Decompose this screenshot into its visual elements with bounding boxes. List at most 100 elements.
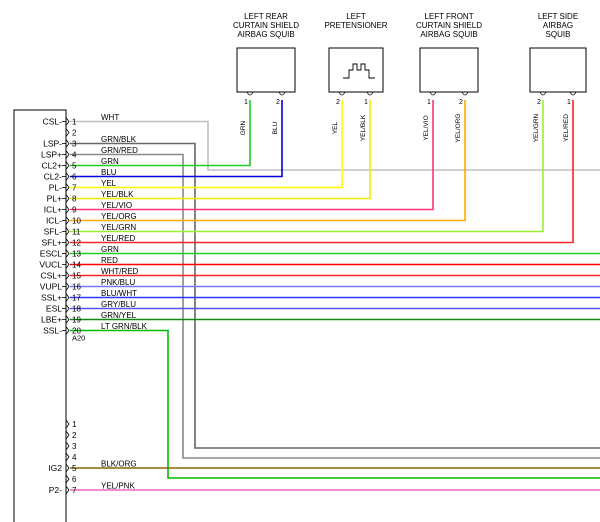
component-title-line: AIRBAG <box>543 21 573 30</box>
wire-color-label: YEL <box>101 179 117 188</box>
component-1 <box>236 47 296 96</box>
component-pin-number: 2 <box>336 99 340 106</box>
signal-label: VUCL <box>39 260 62 270</box>
pin-number: 1 <box>72 118 77 127</box>
component-pin-number: 1 <box>567 99 571 106</box>
component-4 <box>529 47 587 96</box>
connector-label: A20 <box>72 334 85 343</box>
component-wire-label: YEL/BLK <box>360 114 367 141</box>
wire-color-label: BLU <box>101 168 117 177</box>
component-title-line: AIRBAG SQUIB <box>420 30 477 39</box>
signal-label: ESCL <box>40 249 62 259</box>
wire-color-label: YEL/RED <box>101 234 135 243</box>
signal-label: CSL+ <box>41 271 63 281</box>
wire-color-label: WHT <box>101 113 119 122</box>
signal-label: SSL- <box>43 326 62 336</box>
component-layer <box>236 47 587 96</box>
pin-number: 9 <box>72 206 77 215</box>
pin-number: 14 <box>72 261 81 270</box>
component-title-line: CURTAIN SHIELD <box>416 21 482 30</box>
pin-number: 6 <box>72 475 77 484</box>
wire-color-label: YEL/GRN <box>101 223 136 232</box>
pin-number: 4 <box>72 151 77 160</box>
signal-label: SFL+ <box>41 238 62 248</box>
component-pin-number: 2 <box>537 99 541 106</box>
component-pin-number: 2 <box>459 99 463 106</box>
wire-color-label: BLK/ORG <box>101 460 137 469</box>
pin-number: 3 <box>72 140 77 149</box>
component-pin-number: 1 <box>364 99 368 106</box>
signal-label: ICL+ <box>44 205 62 215</box>
signal-label: CL2+ <box>41 161 62 171</box>
wire-color-label: YEL/PNK <box>101 482 135 491</box>
pin-number: 11 <box>72 228 81 237</box>
component-pin-number: 1 <box>427 99 431 106</box>
component-wire-label: GRN <box>240 120 247 135</box>
component-box <box>529 47 587 93</box>
signal-label: CL2- <box>44 172 63 182</box>
signal-label: ICL- <box>46 216 62 226</box>
pin-number: 8 <box>72 195 77 204</box>
pin-number: 17 <box>72 294 81 303</box>
pin-number: 4 <box>72 453 77 462</box>
wire-color-label: GRN/RED <box>101 146 138 155</box>
signal-label: SFL- <box>44 227 63 237</box>
component-title-line: SQUIB <box>546 30 571 39</box>
pin-number: 13 <box>72 250 81 259</box>
component-title-line: LEFT SIDE <box>538 12 578 21</box>
pin-number: 10 <box>72 217 81 226</box>
signal-label: LSP- <box>43 139 62 149</box>
wire-color-label: PNK/BLU <box>101 278 135 287</box>
pin-number: 1 <box>72 420 77 429</box>
component-title-line: LEFT FRONT <box>424 12 473 21</box>
signal-label: IG2 <box>48 463 62 473</box>
pin-number: 3 <box>72 442 77 451</box>
signal-label: LSP+ <box>41 150 62 160</box>
wire-color-label: LT GRN/BLK <box>101 322 148 331</box>
component-wire-label: YEL/GRN <box>533 113 540 142</box>
component-title-line: CURTAIN SHIELD <box>233 21 299 30</box>
signal-label: SSL+ <box>41 293 62 303</box>
pin-number: 18 <box>72 305 81 314</box>
component-title-line: LEFT REAR <box>244 12 288 21</box>
pin-number: 6 <box>72 173 77 182</box>
pin-number: 5 <box>72 162 77 171</box>
signal-label: P2- <box>49 485 62 495</box>
component-box <box>328 47 384 93</box>
signal-label: ESL <box>46 304 62 314</box>
wire-color-label: YEL/VIO <box>101 201 132 210</box>
component-title-line: PRETENSIONER <box>324 21 387 30</box>
pin-number: 7 <box>72 184 77 193</box>
signal-label: PL- <box>49 183 62 193</box>
component-wire-label: YEL/VIO <box>423 115 430 140</box>
wire-grn-blk <box>70 142 600 449</box>
wire-grn <box>70 100 251 167</box>
pin-number: 19 <box>72 316 81 325</box>
wire-grn-red <box>70 153 600 459</box>
component-pin-number: 1 <box>244 99 248 106</box>
signal-label: CSL- <box>43 117 63 127</box>
pin-number: 16 <box>72 283 81 292</box>
wire-color-label: GRN <box>101 157 119 166</box>
pin-number: 2 <box>72 431 77 440</box>
wire-color-label: RED <box>101 256 118 265</box>
wire-layer <box>70 100 600 491</box>
wire-color-label: GRY/BLU <box>101 300 136 309</box>
wire-color-label: GRN/BLK <box>101 135 137 144</box>
signal-label: VUPL <box>40 282 62 292</box>
wire-color-label: GRN/YEL <box>101 311 137 320</box>
pin-number: 15 <box>72 272 81 281</box>
component-2 <box>328 47 384 96</box>
component-title-line: AIRBAG SQUIB <box>237 30 294 39</box>
wire-color-label: GRN <box>101 245 119 254</box>
component-title-line: LEFT <box>346 12 366 21</box>
component-box <box>419 47 479 93</box>
component-wire-label: YEL/RED <box>563 114 570 142</box>
wire-lt-grn-blk <box>70 329 600 479</box>
signal-label: LBE+ <box>41 315 62 325</box>
wire-color-label: BLU/WHT <box>101 289 137 298</box>
wire-color-label: YEL/BLK <box>101 190 134 199</box>
component-3 <box>419 47 479 96</box>
component-wire-label: YEL <box>332 121 339 134</box>
wire-color-label: YEL/ORG <box>101 212 137 221</box>
